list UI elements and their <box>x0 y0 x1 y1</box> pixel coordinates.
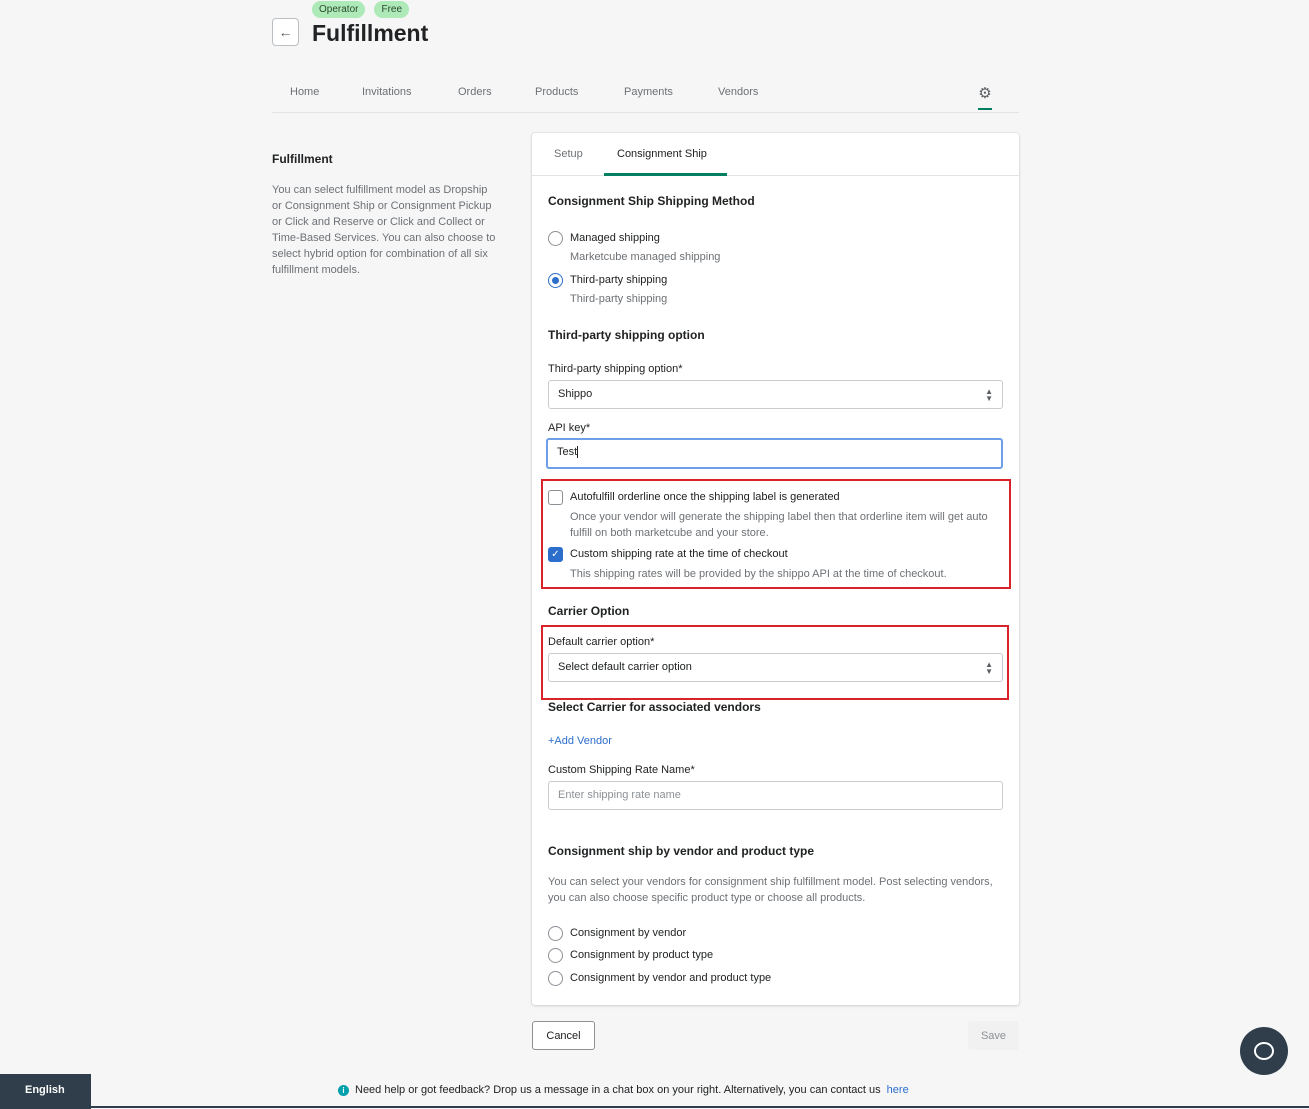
nav-products[interactable]: Products <box>535 86 578 98</box>
radio-consignment-by-vendor-and-product-type[interactable] <box>548 971 563 986</box>
custom-rate-name-label: Custom Shipping Rate Name* <box>548 764 695 776</box>
sidebar-title: Fulfillment <box>272 152 333 166</box>
third-party-option-title: Third-party shipping option <box>548 328 705 342</box>
shipping-method-title: Consignment Ship Shipping Method <box>548 194 755 208</box>
add-vendor-link[interactable]: +Add Vendor <box>548 735 612 747</box>
checkbox-custom-shipping-rate[interactable]: ✓ <box>548 547 563 562</box>
tabs: Setup Consignment Ship <box>532 133 1019 176</box>
tab-consignment-ship[interactable]: Consignment Ship <box>617 148 707 160</box>
main-nav: Home Invitations Orders Products Payment… <box>272 72 1019 113</box>
back-button[interactable]: ← <box>272 18 299 46</box>
carrier-option-title: Carrier Option <box>548 604 630 618</box>
badges: Operator Free <box>312 1 410 18</box>
chat-button[interactable] <box>1240 1027 1288 1075</box>
select-caret-icon: ▲ ▼ <box>985 387 993 403</box>
default-carrier-value: Select default carrier option <box>558 661 692 673</box>
nav-payments[interactable]: Payments <box>624 86 673 98</box>
tab-active-indicator <box>604 173 727 176</box>
managed-shipping-label: Managed shipping <box>570 232 660 244</box>
custom-shipping-rate-help: This shipping rates will be provided by … <box>570 568 947 580</box>
checkbox-autofulfill[interactable] <box>548 490 563 505</box>
footer-help-text: Need help or got feedback? Drop us a mes… <box>355 1084 881 1096</box>
default-carrier-select[interactable]: Select default carrier option ▲ ▼ <box>548 653 1003 682</box>
carrier-vendors-title: Select Carrier for associated vendors <box>548 700 761 714</box>
third-party-option-label: Third-party shipping option* <box>548 363 683 375</box>
third-party-option-value: Shippo <box>558 388 593 400</box>
cancel-button[interactable]: Cancel <box>532 1021 595 1050</box>
third-party-shipping-help: Third-party shipping <box>570 293 668 305</box>
select-caret-icon: ▲ ▼ <box>985 660 993 676</box>
nav-vendors[interactable]: Vendors <box>718 86 758 98</box>
api-key-input[interactable]: Test <box>546 438 1003 469</box>
info-icon: i <box>338 1084 349 1096</box>
radio-managed-shipping[interactable] <box>548 231 563 246</box>
settings-card: Setup Consignment Ship Consignment Ship … <box>532 133 1019 1005</box>
autofulfill-label: Autofulfill orderline once the shipping … <box>570 491 840 503</box>
language-selector[interactable]: English <box>0 1074 91 1109</box>
third-party-shipping-label: Third-party shipping <box>570 274 668 286</box>
managed-shipping-help: Marketcube managed shipping <box>570 251 721 263</box>
tab-setup[interactable]: Setup <box>554 148 583 160</box>
checkmark-icon: ✓ <box>551 549 560 560</box>
autofulfill-help: Once your vendor will generate the shipp… <box>570 511 988 539</box>
radio-consignment-by-vendor[interactable] <box>548 926 563 941</box>
api-key-value: Test <box>557 446 578 458</box>
custom-shipping-rate-label: Custom shipping rate at the time of chec… <box>570 548 788 560</box>
chat-bubble-icon <box>1254 1042 1274 1060</box>
save-button[interactable]: Save <box>968 1021 1019 1050</box>
nav-orders[interactable]: Orders <box>458 86 492 98</box>
text-cursor <box>577 446 579 459</box>
sidebar-description: You can select fulfillment model as Drop… <box>272 184 496 276</box>
third-party-option-select[interactable]: Shippo ▲ ▼ <box>548 380 1003 409</box>
consignment-title: Consignment ship by vendor and product t… <box>548 844 815 858</box>
page-header: ← Operator Free Fulfillment <box>272 0 1032 60</box>
default-carrier-label: Default carrier option* <box>548 636 655 648</box>
footer-help: i Need help or got feedback? Drop us a m… <box>338 1084 909 1096</box>
gear-icon[interactable]: ⚙ <box>978 84 992 110</box>
consignment-by-vendor-label: Consignment by vendor <box>570 927 687 939</box>
consignment-by-vendor-and-product-type-label: Consignment by vendor and product type <box>570 972 772 984</box>
badge-free: Free <box>374 1 410 18</box>
nav-invitations[interactable]: Invitations <box>362 86 412 98</box>
api-key-label: API key* <box>548 422 591 434</box>
custom-rate-name-placeholder: Enter shipping rate name <box>558 789 681 801</box>
page-title: Fulfillment <box>312 20 429 46</box>
radio-third-party-shipping[interactable] <box>548 273 563 288</box>
custom-rate-name-input[interactable]: Enter shipping rate name <box>548 781 1003 810</box>
consignment-by-product-type-label: Consignment by product type <box>570 949 714 961</box>
bottom-border <box>91 1106 1309 1108</box>
badge-operator: Operator <box>312 1 366 18</box>
arrow-left-icon: ← <box>278 24 293 40</box>
nav-home[interactable]: Home <box>290 86 319 98</box>
radio-consignment-by-product-type[interactable] <box>548 948 563 963</box>
contact-link[interactable]: here <box>887 1084 909 1096</box>
consignment-description: You can select your vendors for consignm… <box>548 876 993 904</box>
